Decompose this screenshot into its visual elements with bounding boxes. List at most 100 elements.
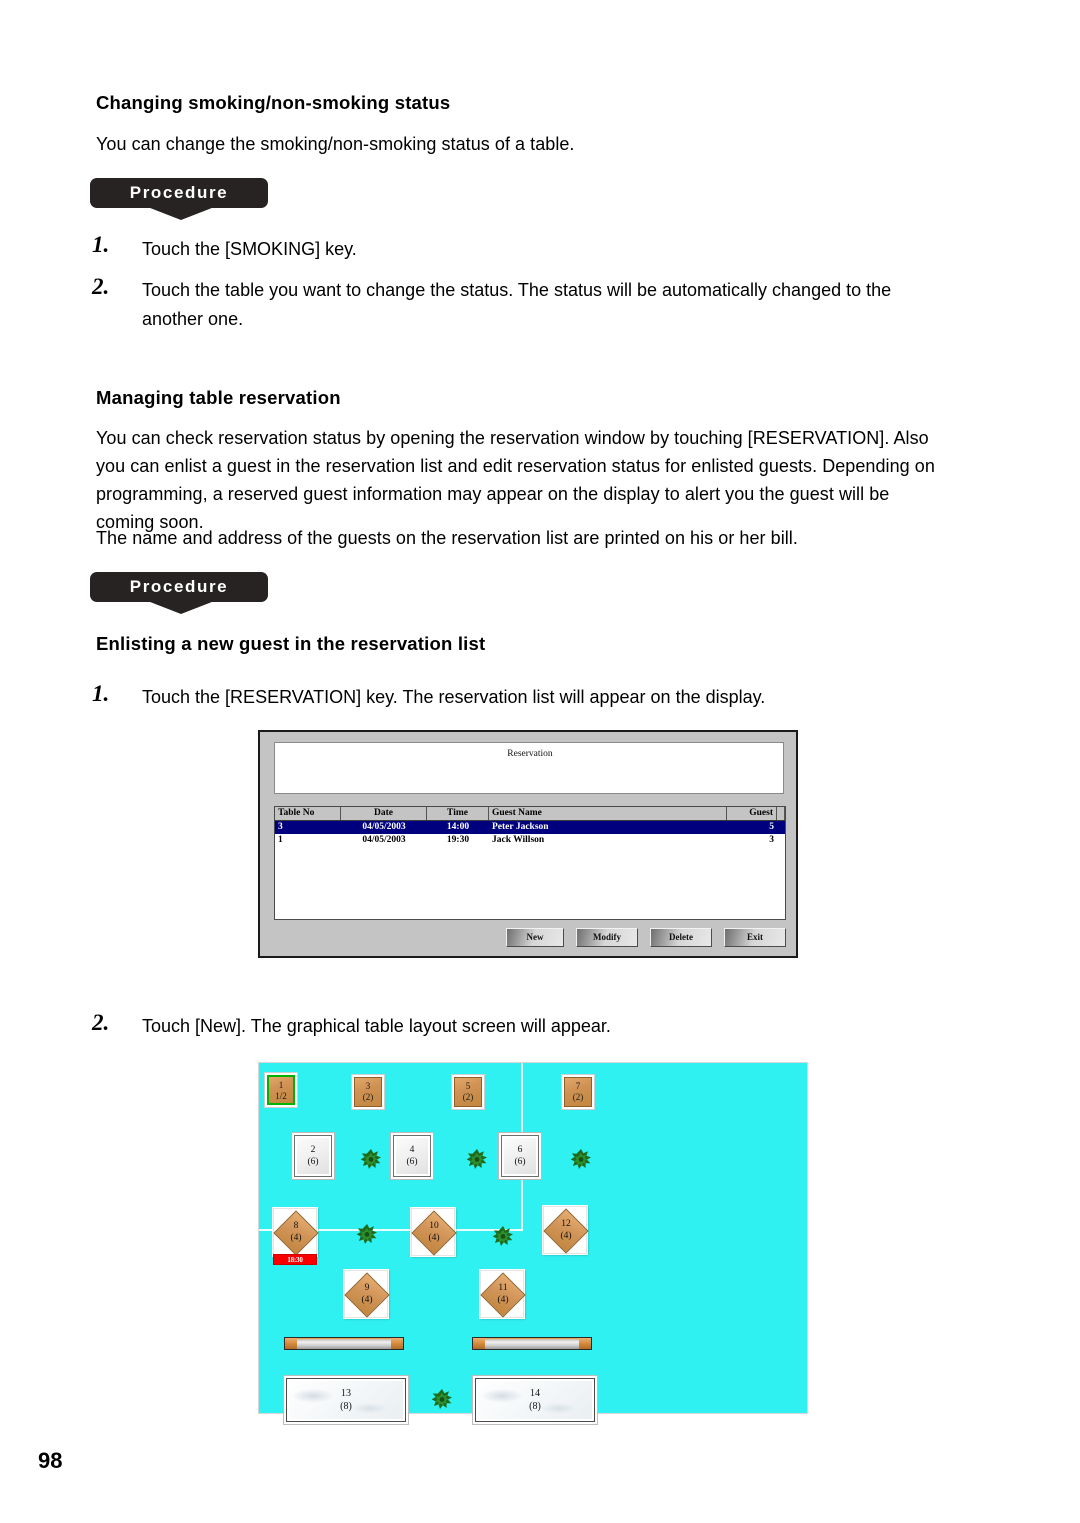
cell-table-no: 1 <box>278 835 283 845</box>
column-header-date[interactable]: Date <box>341 807 427 820</box>
reservation-dialog-title: Reservation <box>507 749 553 759</box>
table-label-14: 14 <box>530 1388 540 1399</box>
bench-icon <box>284 1337 404 1350</box>
table-label-7: 7 <box>575 1081 581 1091</box>
cell-guest-name: Jack Willson <box>492 835 545 845</box>
bench-cap-left <box>285 1338 297 1349</box>
table-label-9: 9 <box>364 1283 370 1293</box>
plant-icon <box>356 1223 378 1245</box>
table-tile-12[interactable]: 12 (4) <box>543 1206 589 1254</box>
table-seats-6: (6) <box>514 1157 526 1167</box>
procedure-badge-point <box>145 600 217 614</box>
table-tile-9[interactable]: 9 (4) <box>344 1270 390 1318</box>
table-label-12-group: 12 (4) <box>544 1218 588 1242</box>
reservation-list-grid[interactable]: Table No Date Time Guest Name Guest 3 04… <box>274 806 786 920</box>
cell-time: 19:30 <box>446 835 470 845</box>
step-text-1-2: Touch the table you want to change the s… <box>142 280 892 329</box>
table-tile-6[interactable]: 6 (6) <box>501 1135 539 1177</box>
column-header-spacer <box>777 807 785 820</box>
procedure-badge-1: Procedure <box>90 178 268 220</box>
plant-icon <box>431 1388 453 1410</box>
delete-button[interactable]: Delete <box>650 928 712 947</box>
table-tile-2[interactable]: 2 (6) <box>294 1135 332 1177</box>
table-seats-8: (4) <box>290 1233 302 1243</box>
bench-cap-right <box>579 1338 591 1349</box>
table-label-8-group: 8 (4) <box>274 1220 318 1244</box>
step-number-2-1: 1. <box>92 681 110 706</box>
new-button[interactable]: New <box>506 928 564 947</box>
plant-icon <box>570 1148 592 1170</box>
table-seats-13: (8) <box>340 1401 352 1412</box>
column-header-time[interactable]: Time <box>427 807 489 820</box>
table-seats-2: (6) <box>307 1157 319 1167</box>
plant-icon <box>360 1148 382 1170</box>
table-label-1: 1 <box>278 1080 284 1090</box>
cell-guest-count: 3 <box>769 835 774 845</box>
step-text-2-2: Touch [New]. The graphical table layout … <box>142 1016 611 1036</box>
section2-body-text-line5: The name and address of the guests on th… <box>96 528 798 548</box>
column-header-guest[interactable]: Guest <box>727 807 777 820</box>
table-tile-14[interactable]: 14 (8) <box>475 1378 595 1422</box>
bench-icon <box>472 1337 592 1350</box>
procedure-badge-2: Procedure <box>90 572 268 614</box>
step-text-1-1: Touch the [SMOKING] key. <box>142 239 357 259</box>
table-tile-5[interactable]: 5 (2) <box>454 1077 482 1107</box>
table-tile-7[interactable]: 7 (2) <box>564 1077 592 1107</box>
reservation-dialog: Reservation Table No Date Time Guest Nam… <box>258 730 798 958</box>
section2-body-text: You can check reservation status by open… <box>96 428 935 532</box>
table-label-10: 10 <box>429 1221 439 1231</box>
table-tile-3[interactable]: 3 (2) <box>354 1077 382 1107</box>
table-label-3: 3 <box>365 1081 371 1091</box>
cell-guest-name: Peter Jackson <box>492 822 549 832</box>
table-seats-1: 1/2 <box>275 1091 287 1101</box>
table-label-11: 11 <box>498 1283 508 1293</box>
table-tile-8[interactable]: 8 (4) <box>273 1208 319 1256</box>
cell-table-no: 3 <box>278 822 283 832</box>
subsection-heading-enlist: Enlisting a new guest in the reservation… <box>96 633 486 654</box>
table-tile-13[interactable]: 13 (8) <box>286 1378 406 1422</box>
table-label-12: 12 <box>561 1219 571 1229</box>
table-seats-3: (2) <box>362 1092 374 1102</box>
table-label-10-group: 10 (4) <box>412 1220 456 1244</box>
column-header-guest-name[interactable]: Guest Name <box>489 807 727 820</box>
section1-intro-text: You can change the smoking/non-smoking s… <box>96 134 575 154</box>
table-tile-4[interactable]: 4 (6) <box>393 1135 431 1177</box>
bench-cap-right <box>391 1338 403 1349</box>
page-number: 98 <box>38 1448 63 1473</box>
cell-time: 14:00 <box>446 822 470 832</box>
table-label-4: 4 <box>409 1145 415 1155</box>
table-seats-9: (4) <box>361 1295 373 1305</box>
table-row[interactable]: 3 04/05/2003 14:00 Peter Jackson 5 <box>275 821 785 834</box>
exit-button[interactable]: Exit <box>724 928 786 947</box>
table-seats-5: (2) <box>462 1092 474 1102</box>
cell-guest-count: 5 <box>769 822 774 832</box>
table-label-11-group: 11 (4) <box>481 1282 525 1306</box>
reservation-time-badge: 18:30 <box>273 1254 317 1265</box>
column-header-table-no[interactable]: Table No <box>275 807 341 820</box>
table-label-2: 2 <box>310 1145 316 1155</box>
table-seats-7: (2) <box>572 1092 584 1102</box>
procedure-badge-point <box>145 206 217 220</box>
modify-button[interactable]: Modify <box>576 928 638 947</box>
plant-icon <box>466 1148 488 1170</box>
cell-spacer <box>777 834 785 847</box>
table-tile-10[interactable]: 10 (4) <box>411 1208 457 1256</box>
reservation-grid-header: Table No Date Time Guest Name Guest <box>275 807 785 821</box>
section-heading-smoking: Changing smoking/non-smoking status <box>96 92 451 113</box>
table-tile-1[interactable]: 1 1/2 <box>267 1075 295 1105</box>
procedure-badge-label-2: Procedure <box>129 577 229 596</box>
table-seats-12: (4) <box>560 1231 572 1241</box>
graphical-table-layout-screen[interactable]: 1 1/2 3 (2) 5 (2) 7 (2) 2 (6) 4 (6) 6 (6… <box>258 1062 808 1422</box>
plant-icon <box>492 1225 514 1247</box>
step-number-1-2: 2. <box>92 274 110 299</box>
table-seats-14: (8) <box>529 1401 541 1412</box>
reservation-dialog-button-bar: New Modify Delete Exit <box>274 928 786 952</box>
table-label-8: 8 <box>293 1221 299 1231</box>
step-text-2-1: Touch the [RESERVATION] key. The reserva… <box>142 687 766 707</box>
table-label-13: 13 <box>341 1388 351 1399</box>
section-heading-reservation: Managing table reservation <box>96 387 341 408</box>
table-row[interactable]: 1 04/05/2003 19:30 Jack Willson 3 <box>275 834 785 847</box>
table-tile-11[interactable]: 11 (4) <box>480 1270 526 1318</box>
table-label-6: 6 <box>517 1145 523 1155</box>
table-seats-11: (4) <box>497 1295 509 1305</box>
